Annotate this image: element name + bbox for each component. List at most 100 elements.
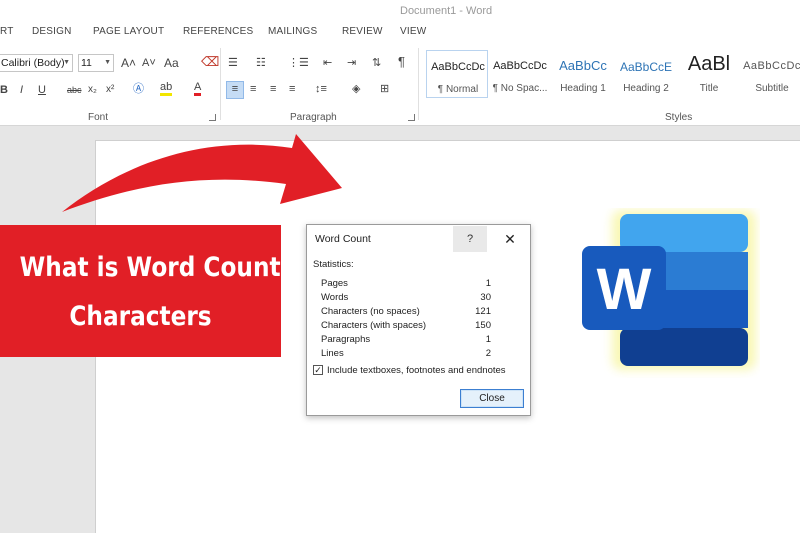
- stat-label: Characters (no spaces): [321, 306, 420, 317]
- clear-formatting-icon[interactable]: ⌫: [201, 55, 219, 69]
- banner-line-1: What is Word Count: [19, 252, 281, 283]
- include-checkbox[interactable]: ✓: [313, 365, 323, 375]
- multilevel-list-icon[interactable]: ⋮☰: [288, 56, 309, 70]
- style-subtitle[interactable]: AaBbCcDc Subtitle: [741, 50, 800, 98]
- stat-label: Paragraphs: [321, 334, 371, 345]
- shrink-font-icon[interactable]: A˅: [142, 56, 156, 70]
- text-effects-icon[interactable]: Ⓐ: [133, 82, 144, 96]
- tab-references[interactable]: REFERENCES: [183, 26, 253, 37]
- stat-label: Characters (with spaces): [321, 320, 427, 331]
- style-heading-2[interactable]: AaBbCcE Heading 2: [615, 50, 677, 98]
- chevron-down-icon: ▼: [63, 59, 70, 66]
- style-name: Title: [699, 83, 719, 94]
- stat-value: 1: [485, 278, 491, 289]
- font-color-icon[interactable]: A: [194, 82, 202, 96]
- underline-button[interactable]: U: [38, 83, 46, 97]
- style-normal[interactable]: AaBbCcDc ¶ Normal: [426, 50, 488, 98]
- stat-row-characters-with-spaces: Characters (with spaces) 150: [321, 320, 491, 334]
- align-left-icon[interactable]: ≡: [226, 81, 244, 99]
- group-separator: [418, 48, 419, 120]
- chevron-down-icon: ▼: [104, 59, 111, 66]
- align-right-icon[interactable]: ≡: [270, 82, 276, 96]
- style-preview: AaBbCcDc: [743, 60, 800, 72]
- superscript-button[interactable]: x²: [106, 83, 114, 97]
- sort-icon[interactable]: ⇅: [372, 56, 381, 70]
- borders-icon[interactable]: ⊞: [380, 82, 389, 96]
- font-name-value: Calibri (Body): [1, 57, 65, 69]
- title-bar: Document1 - Word: [0, 0, 800, 22]
- group-separator: [220, 48, 221, 120]
- tab-review[interactable]: REVIEW: [342, 26, 383, 37]
- tab-mailings[interactable]: MAILINGS: [268, 26, 317, 37]
- decrease-indent-icon[interactable]: ⇤: [323, 56, 332, 70]
- paragraph-dialog-launcher-icon[interactable]: [408, 114, 415, 121]
- font-size-value: 11: [81, 57, 92, 69]
- shading-icon[interactable]: ◈: [352, 82, 360, 96]
- stat-value: 2: [485, 348, 491, 359]
- style-no-spacing[interactable]: AaBbCcDc ¶ No Spac...: [489, 50, 551, 98]
- group-label-paragraph: Paragraph: [290, 112, 337, 123]
- align-center-icon[interactable]: ≡: [250, 82, 256, 96]
- logo-stripe-4: [620, 328, 748, 366]
- subscript-button[interactable]: x₂: [88, 83, 97, 97]
- stat-value: 1: [485, 334, 491, 345]
- word-count-dialog: Word Count ? ✕ Statistics: Pages 1 Words…: [306, 224, 531, 416]
- stat-row-characters-no-spaces: Characters (no spaces) 121: [321, 306, 491, 320]
- logo-letter: W: [597, 257, 652, 322]
- italic-button[interactable]: I: [20, 83, 23, 97]
- group-label-font: Font: [88, 112, 109, 123]
- bold-button[interactable]: B: [0, 83, 8, 97]
- style-preview: AaBbCc: [559, 58, 607, 73]
- include-checkbox-label[interactable]: Include textboxes, footnotes and endnote…: [327, 365, 506, 376]
- style-name: ¶ No Spac...: [492, 83, 548, 94]
- arrow-shape: [62, 134, 342, 212]
- font-size-box[interactable]: 11 ▼: [78, 54, 114, 72]
- style-name: Heading 2: [623, 83, 669, 94]
- show-formatting-icon[interactable]: ¶: [398, 55, 405, 69]
- style-preview: AaBl: [687, 53, 731, 75]
- style-name: Heading 1: [560, 83, 606, 94]
- style-preview: AaBbCcDc: [431, 61, 485, 73]
- font-name-box[interactable]: Calibri (Body) ▼: [0, 54, 73, 72]
- tab-design[interactable]: DESIGN: [32, 26, 72, 37]
- style-name: ¶ Normal: [437, 84, 479, 95]
- tab-view[interactable]: VIEW: [400, 26, 426, 37]
- stat-row-lines: Lines 2: [321, 348, 491, 362]
- stat-row-paragraphs: Paragraphs 1: [321, 334, 491, 348]
- bullets-icon[interactable]: ☰: [228, 56, 238, 70]
- font-dialog-launcher-icon[interactable]: [209, 114, 216, 121]
- close-icon[interactable]: ✕: [493, 226, 527, 252]
- window-title: Document1 - Word: [400, 5, 493, 17]
- dialog-title: Word Count: [315, 233, 371, 245]
- highlight-icon[interactable]: ab: [160, 82, 173, 96]
- line-spacing-icon[interactable]: ↕≡: [315, 82, 327, 96]
- stat-label: Pages: [321, 278, 348, 289]
- ribbon-tabs: RT DESIGN PAGE LAYOUT REFERENCES MAILING…: [0, 22, 800, 44]
- style-title[interactable]: AaBl Title: [678, 50, 740, 98]
- banner-line-2: Characters: [69, 301, 212, 332]
- increase-indent-icon[interactable]: ⇥: [347, 56, 356, 70]
- curved-arrow-icon: [62, 134, 342, 212]
- statistics-label: Statistics:: [313, 259, 354, 270]
- numbering-icon[interactable]: ☷: [256, 56, 266, 70]
- stat-label: Words: [321, 292, 349, 303]
- close-button[interactable]: Close: [460, 389, 524, 408]
- stat-label: Lines: [321, 348, 344, 359]
- help-button[interactable]: ?: [453, 226, 487, 252]
- style-preview: AaBbCcE: [619, 60, 673, 74]
- stat-row-pages: Pages 1: [321, 278, 491, 292]
- grow-font-icon[interactable]: A˄: [121, 56, 136, 70]
- word-logo-icon: W: [582, 210, 756, 370]
- tab-insert[interactable]: RT: [0, 26, 14, 37]
- stat-value: 121: [475, 306, 491, 317]
- group-label-styles: Styles: [665, 112, 693, 123]
- style-preview: AaBbCcDc: [493, 60, 547, 72]
- justify-icon[interactable]: ≡: [289, 82, 295, 96]
- ribbon: Calibri (Body) ▼ 11 ▼ A˄ A˅ Aa ⌫ B I U a…: [0, 44, 800, 126]
- change-case-icon[interactable]: Aa: [164, 56, 179, 70]
- style-heading-1[interactable]: AaBbCc Heading 1: [552, 50, 614, 98]
- strikethrough-button[interactable]: abc: [67, 83, 82, 97]
- tab-page-layout[interactable]: PAGE LAYOUT: [93, 26, 164, 37]
- stat-row-words: Words 30: [321, 292, 491, 306]
- style-name: Subtitle: [755, 83, 789, 94]
